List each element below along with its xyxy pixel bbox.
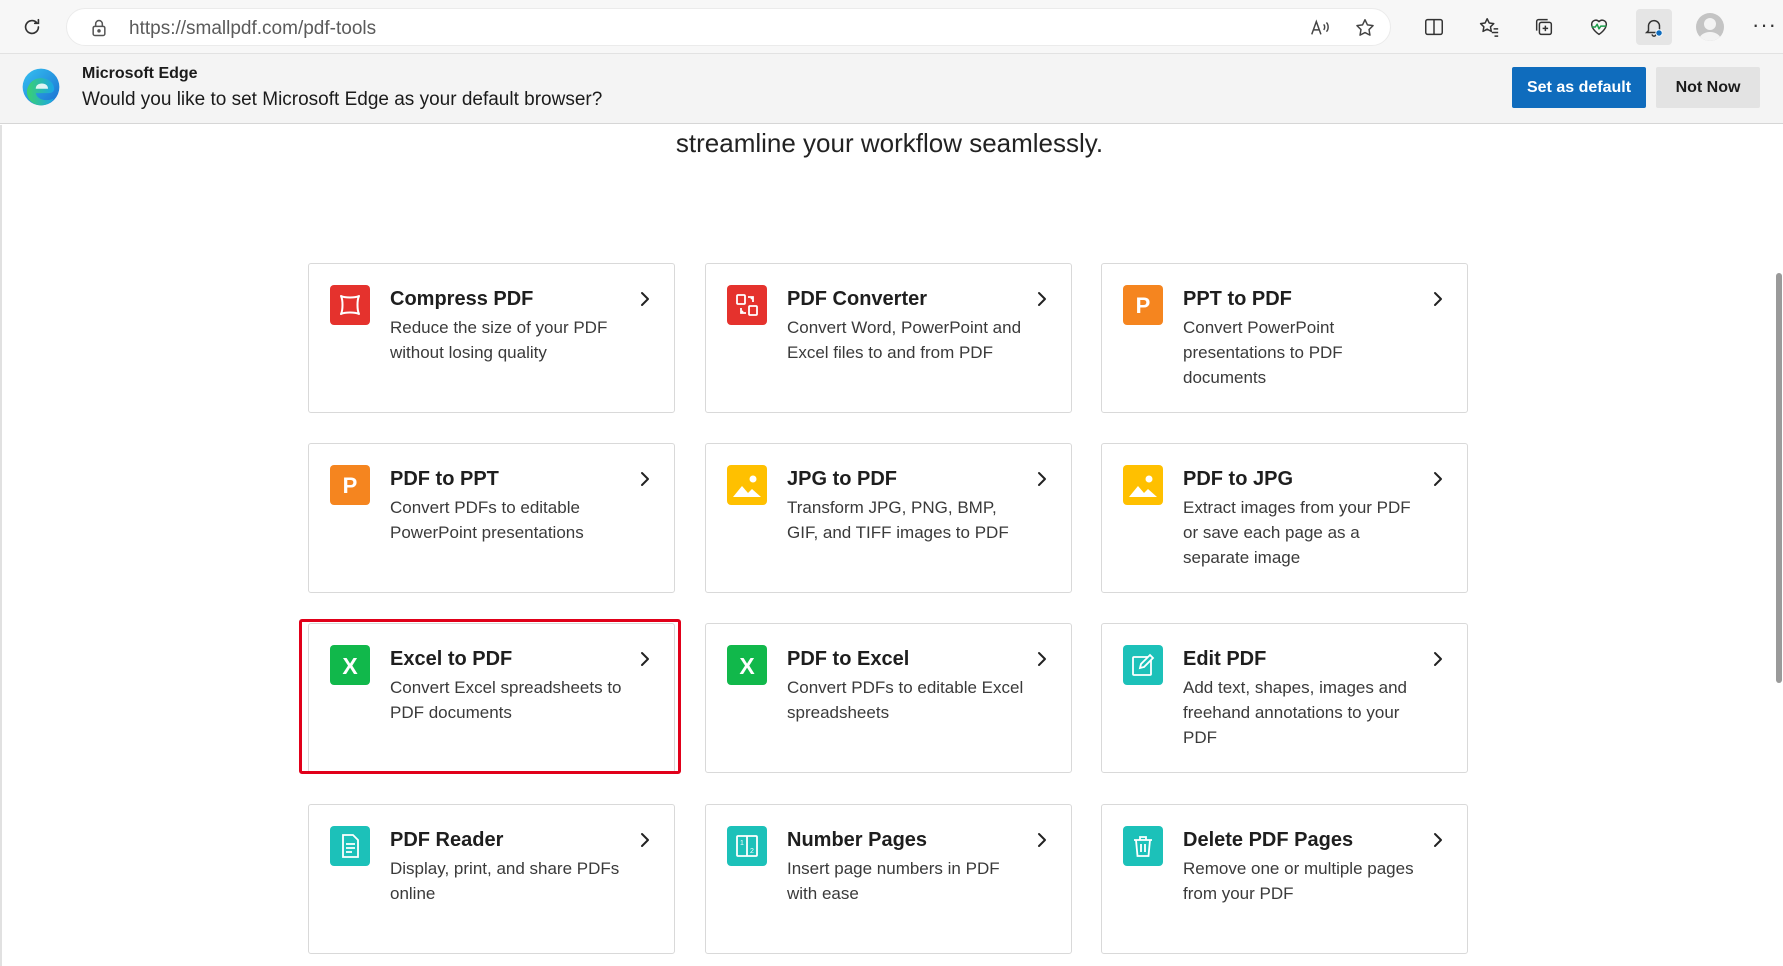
chevron-right-icon bbox=[1031, 469, 1051, 489]
tool-title: PDF Reader bbox=[390, 829, 504, 851]
svg-text:1: 1 bbox=[740, 840, 744, 847]
tool-description: Convert PowerPoint presentations to PDF … bbox=[1183, 318, 1343, 387]
address-bar[interactable]: https://smallpdf.com/pdf-tools bbox=[66, 8, 1391, 46]
tool-title: Compress PDF bbox=[390, 288, 534, 310]
infobar-title: Microsoft Edge bbox=[82, 65, 198, 82]
favorite-star-icon[interactable] bbox=[1354, 17, 1376, 39]
chevron-right-icon bbox=[1427, 649, 1447, 669]
page-tagline: streamline your workflow seamlessly. bbox=[675, 128, 1104, 158]
more-menu-button[interactable]: ··· bbox=[1752, 12, 1777, 38]
lock-icon bbox=[92, 19, 106, 37]
tool-card-pdf-to-jpg[interactable]: PDF to JPG Extract images from your PDF o… bbox=[1101, 443, 1468, 593]
tool-description: Extract images from your PDF or save eac… bbox=[1183, 498, 1411, 567]
profile-avatar[interactable] bbox=[1696, 13, 1724, 41]
tool-card-pdf-to-excel[interactable]: X PDF to Excel Convert PDFs to editable Ex… bbox=[705, 623, 1072, 773]
edge-logo-icon bbox=[22, 68, 60, 106]
tool-description: Display, print, and share PDFs online bbox=[390, 859, 620, 903]
favorites-icon bbox=[1479, 18, 1499, 37]
tool-description: Remove one or multiple pages from your P… bbox=[1183, 859, 1414, 903]
tool-card-compress-pdf[interactable]: Compress PDF Reduce the size of your PDF … bbox=[308, 263, 675, 413]
powerpoint-icon: P bbox=[1123, 285, 1163, 325]
favorites-button[interactable] bbox=[1471, 9, 1507, 45]
refresh-button[interactable] bbox=[14, 9, 50, 45]
tool-title: Number Pages bbox=[787, 829, 928, 851]
chevron-right-icon bbox=[1427, 469, 1447, 489]
browser-toolbar: https://smallpdf.com/pdf-tools ··· bbox=[0, 0, 1783, 54]
tool-description: Convert PDFs to editable Excel spreadshe… bbox=[787, 678, 1024, 722]
converter-icon bbox=[727, 285, 767, 325]
set-as-default-button[interactable]: Set as default bbox=[1512, 67, 1646, 108]
chevron-right-icon bbox=[1031, 830, 1051, 850]
tool-description: Add text, shapes, images and freehand an… bbox=[1183, 678, 1407, 747]
tool-description: Reduce the size of your PDF without losi… bbox=[390, 318, 608, 362]
tool-card-pdf-reader[interactable]: PDF Reader Display, print, and share PDFs… bbox=[308, 804, 675, 954]
heart-pulse-icon bbox=[1590, 19, 1608, 36]
tool-title: Delete PDF Pages bbox=[1183, 829, 1354, 851]
default-browser-infobar: Microsoft Edge Would you like to set Mic… bbox=[0, 54, 1783, 124]
split-screen-button[interactable] bbox=[1416, 9, 1452, 45]
svg-text:X: X bbox=[739, 653, 755, 679]
tool-title: PDF Converter bbox=[787, 288, 928, 310]
url-text[interactable]: https://smallpdf.com/pdf-tools bbox=[129, 18, 376, 40]
chevron-right-icon bbox=[1427, 289, 1447, 309]
trash-icon bbox=[1123, 826, 1163, 866]
tool-card-delete-pdf-pages[interactable]: Delete PDF Pages Remove one or multiple p… bbox=[1101, 804, 1468, 954]
tool-card-jpg-to-pdf[interactable]: JPG to PDF Transform JPG, PNG, BMP, GIF, … bbox=[705, 443, 1072, 593]
page-scrollbar[interactable] bbox=[1775, 125, 1783, 966]
tool-description: Insert page numbers in PDF with ease bbox=[787, 859, 1000, 903]
tool-description: Convert Word, PowerPoint and Excel files… bbox=[787, 318, 1022, 362]
bell-icon bbox=[1644, 19, 1664, 37]
selection-highlight bbox=[299, 619, 681, 774]
collections-button[interactable] bbox=[1526, 9, 1562, 45]
edit-icon bbox=[1123, 645, 1163, 685]
page-content: streamline your workflow seamlessly. Com… bbox=[0, 125, 1783, 966]
image-icon bbox=[1123, 465, 1163, 505]
tool-title: PDF to JPG bbox=[1183, 468, 1294, 490]
chevron-right-icon bbox=[634, 830, 654, 850]
svg-text:2: 2 bbox=[750, 848, 754, 855]
tool-card-pdf-to-ppt[interactable]: P PDF to PPT Convert PDFs to editable Powe… bbox=[308, 443, 675, 593]
tool-card-ppt-to-pdf[interactable]: P PPT to PDF Convert PowerPoint presentati… bbox=[1101, 263, 1468, 413]
refresh-icon bbox=[24, 18, 40, 35]
powerpoint-icon: P bbox=[330, 465, 370, 505]
svg-text:P: P bbox=[343, 473, 358, 498]
tool-title: Edit PDF bbox=[1183, 648, 1267, 670]
tool-card-pdf-converter[interactable]: PDF Converter Convert Word, PowerPoint an… bbox=[705, 263, 1072, 413]
number-pages-icon: 12 bbox=[727, 826, 767, 866]
chevron-right-icon bbox=[1031, 649, 1051, 669]
tool-description: Transform JPG, PNG, BMP, GIF, and TIFF i… bbox=[787, 498, 1009, 542]
read-aloud-icon[interactable] bbox=[1309, 17, 1331, 39]
tool-description: Convert PDFs to editable PowerPoint pres… bbox=[390, 498, 584, 542]
tool-title: PDF to Excel bbox=[787, 648, 910, 670]
chevron-right-icon bbox=[634, 289, 654, 309]
not-now-button[interactable]: Not Now bbox=[1656, 67, 1760, 108]
chevron-right-icon bbox=[634, 469, 654, 489]
browser-essentials-button[interactable] bbox=[1581, 9, 1617, 45]
compress-icon bbox=[330, 285, 370, 325]
chevron-right-icon bbox=[1427, 830, 1447, 850]
svg-text:P: P bbox=[1136, 293, 1151, 318]
tool-title: JPG to PDF bbox=[787, 468, 898, 490]
scrollbar-thumb[interactable] bbox=[1776, 273, 1782, 683]
reader-icon bbox=[330, 826, 370, 866]
excel-icon: X bbox=[727, 645, 767, 685]
split-screen-icon bbox=[1425, 18, 1443, 36]
chevron-right-icon bbox=[1031, 289, 1051, 309]
tool-card-number-pages[interactable]: 1 2 Number Pages Insert page numbers in PDF… bbox=[705, 804, 1072, 954]
infobar-message: Would you like to set Microsoft Edge as … bbox=[82, 89, 603, 110]
tool-title: PDF to PPT bbox=[390, 468, 499, 490]
notifications-button[interactable] bbox=[1636, 9, 1672, 45]
image-icon bbox=[727, 465, 767, 505]
collections-icon bbox=[1535, 18, 1553, 36]
tool-title: PPT to PDF bbox=[1183, 288, 1292, 310]
tool-card-edit-pdf[interactable]: Edit PDF Add text, shapes, images and fre… bbox=[1101, 623, 1468, 773]
